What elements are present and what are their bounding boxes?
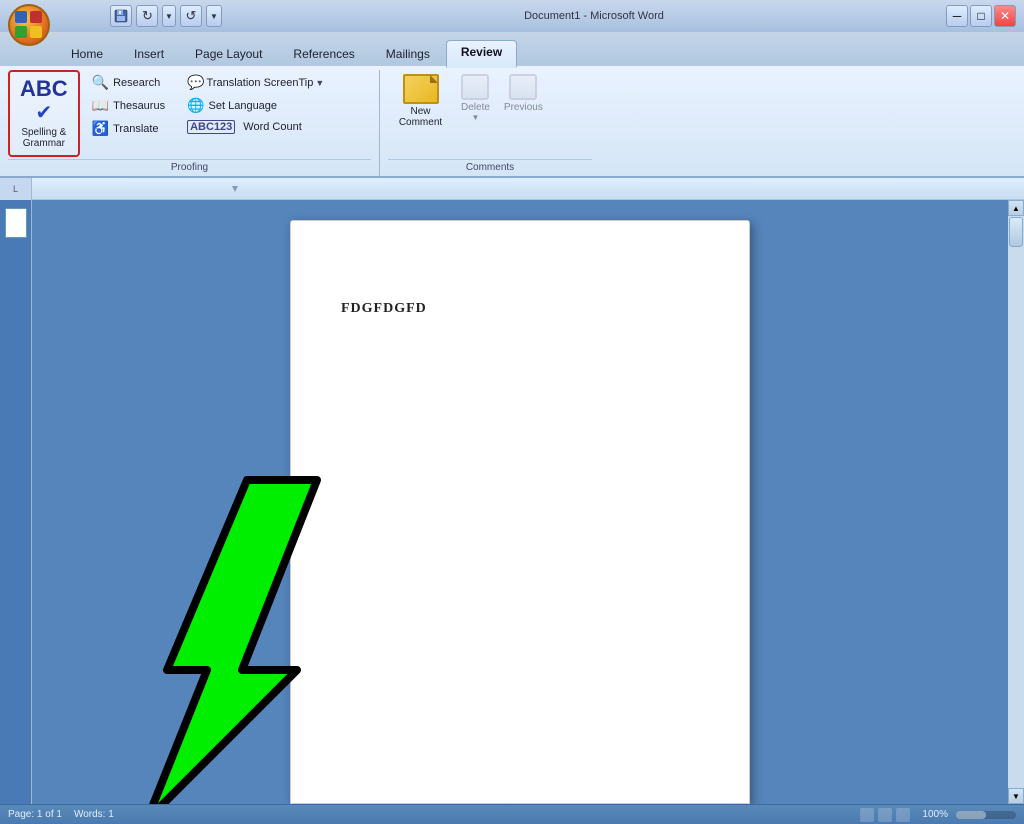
delete-comment-button[interactable]: Delete ▼ bbox=[455, 70, 496, 126]
spelling-grammar-label: Spelling &Grammar bbox=[21, 127, 66, 149]
checkmark-icon: ✔ bbox=[35, 100, 52, 125]
view-print-layout-button[interactable] bbox=[860, 808, 874, 822]
word-count-status: Words: 1 bbox=[74, 809, 114, 820]
office-orb[interactable] bbox=[8, 4, 50, 46]
proofing-label: Proofing bbox=[8, 159, 371, 176]
translate-button[interactable]: ♿ Translate bbox=[86, 118, 171, 139]
tab-home[interactable]: Home bbox=[56, 42, 118, 66]
scroll-track[interactable] bbox=[1008, 216, 1024, 788]
new-comment-icon bbox=[403, 74, 439, 104]
translate-icon: ♿ bbox=[92, 120, 109, 137]
undo-button[interactable]: ↺ bbox=[136, 5, 158, 27]
page-thumbnails bbox=[0, 200, 31, 804]
tab-insert[interactable]: Insert bbox=[119, 42, 179, 66]
redo-button[interactable]: ↺ bbox=[180, 5, 202, 27]
ruler-corner[interactable]: L bbox=[0, 178, 32, 200]
tab-references[interactable]: References bbox=[278, 42, 369, 66]
delete-icon bbox=[461, 74, 489, 100]
ribbon-content: ABC ✔ Spelling &Grammar 🔍 Research 📖 The… bbox=[0, 66, 1024, 176]
save-button[interactable] bbox=[110, 5, 132, 27]
proofing-items: ABC ✔ Spelling &Grammar 🔍 Research 📖 The… bbox=[8, 70, 371, 157]
ribbon-tabs: Home Insert Page Layout References Maili… bbox=[0, 32, 1024, 66]
thesaurus-label: Thesaurus bbox=[113, 100, 165, 112]
word-count-button[interactable]: ABC123 Word Count bbox=[181, 118, 330, 136]
new-comment-label: NewComment bbox=[399, 106, 442, 128]
horizontal-ruler bbox=[32, 178, 1024, 200]
document-body-text: FDGFDGFD bbox=[341, 301, 699, 317]
zoom-level: 100% bbox=[922, 809, 948, 820]
word-count-icon: ABC123 bbox=[187, 120, 235, 134]
word-count-label: Word Count bbox=[243, 121, 302, 133]
thesaurus-icon: 📖 bbox=[92, 97, 109, 114]
tab-mailings[interactable]: Mailings bbox=[371, 42, 445, 66]
page-thumbnail bbox=[5, 208, 27, 238]
zoom-slider[interactable] bbox=[956, 811, 1016, 819]
proofing-group: ABC ✔ Spelling &Grammar 🔍 Research 📖 The… bbox=[0, 70, 380, 176]
spelling-grammar-button[interactable]: ABC ✔ Spelling &Grammar bbox=[8, 70, 80, 157]
set-language-label: Set Language bbox=[209, 100, 278, 112]
vertical-scrollbar[interactable]: ▲ ▼ bbox=[1008, 200, 1024, 804]
set-language-icon: 🌐 bbox=[187, 97, 204, 114]
tab-pagelayout[interactable]: Page Layout bbox=[180, 42, 277, 66]
delete-label: Delete bbox=[461, 102, 490, 113]
new-comment-button[interactable]: NewComment bbox=[388, 70, 453, 132]
translation-screentip-button[interactable]: 💬 Translation ScreenTip ▼ bbox=[181, 72, 330, 93]
page-info: Page: 1 of 1 bbox=[8, 809, 62, 820]
proofing-col2: 💬 Translation ScreenTip ▼ 🌐 Set Language… bbox=[177, 70, 334, 138]
scroll-thumb[interactable] bbox=[1009, 217, 1023, 247]
view-full-screen-button[interactable] bbox=[878, 808, 892, 822]
research-button[interactable]: 🔍 Research bbox=[86, 72, 171, 93]
status-bar: Page: 1 of 1 Words: 1 100% bbox=[0, 804, 1024, 824]
translation-tip-icon: 💬 bbox=[187, 74, 204, 91]
document-page[interactable]: FDGFDGFD bbox=[290, 220, 750, 804]
view-web-layout-button[interactable] bbox=[896, 808, 910, 822]
close-button[interactable]: ✕ bbox=[994, 5, 1016, 27]
translation-tip-label: Translation ScreenTip bbox=[207, 77, 314, 89]
quick-access-toolbar: ↺ ▼ ↺ ▼ bbox=[56, 5, 222, 27]
comments-items: NewComment Delete ▼ Previous bbox=[388, 70, 592, 157]
scroll-down-button[interactable]: ▼ bbox=[1008, 788, 1024, 804]
translate-label: Translate bbox=[113, 123, 158, 135]
restore-button[interactable]: □ bbox=[970, 5, 992, 27]
window-title: Document1 - Microsoft Word bbox=[242, 10, 946, 22]
previous-comment-button[interactable]: Previous bbox=[498, 70, 549, 117]
vertical-ruler bbox=[0, 200, 32, 804]
research-label: Research bbox=[113, 77, 160, 89]
document-canvas[interactable]: FDGFDGFD bbox=[32, 200, 1008, 804]
scroll-up-button[interactable]: ▲ bbox=[1008, 200, 1024, 216]
translation-tip-dropdown-arrow: ▼ bbox=[315, 78, 324, 88]
minimize-button[interactable]: ─ bbox=[946, 5, 968, 27]
delete-dropdown-arrow: ▼ bbox=[471, 113, 479, 122]
previous-icon bbox=[509, 74, 537, 100]
comments-group: NewComment Delete ▼ Previous Comments bbox=[380, 70, 600, 176]
abc-icon: ABC bbox=[20, 78, 68, 100]
research-icon: 🔍 bbox=[92, 74, 109, 91]
customize-qat-button[interactable]: ▼ bbox=[206, 5, 222, 27]
proofing-col1: 🔍 Research 📖 Thesaurus ♿ Translate bbox=[82, 70, 175, 141]
previous-label: Previous bbox=[504, 102, 543, 113]
comments-label: Comments bbox=[388, 159, 592, 176]
tab-review[interactable]: Review bbox=[446, 40, 517, 68]
set-language-button[interactable]: 🌐 Set Language bbox=[181, 95, 330, 116]
undo-dropdown[interactable]: ▼ bbox=[162, 5, 176, 27]
thesaurus-button[interactable]: 📖 Thesaurus bbox=[86, 95, 171, 116]
